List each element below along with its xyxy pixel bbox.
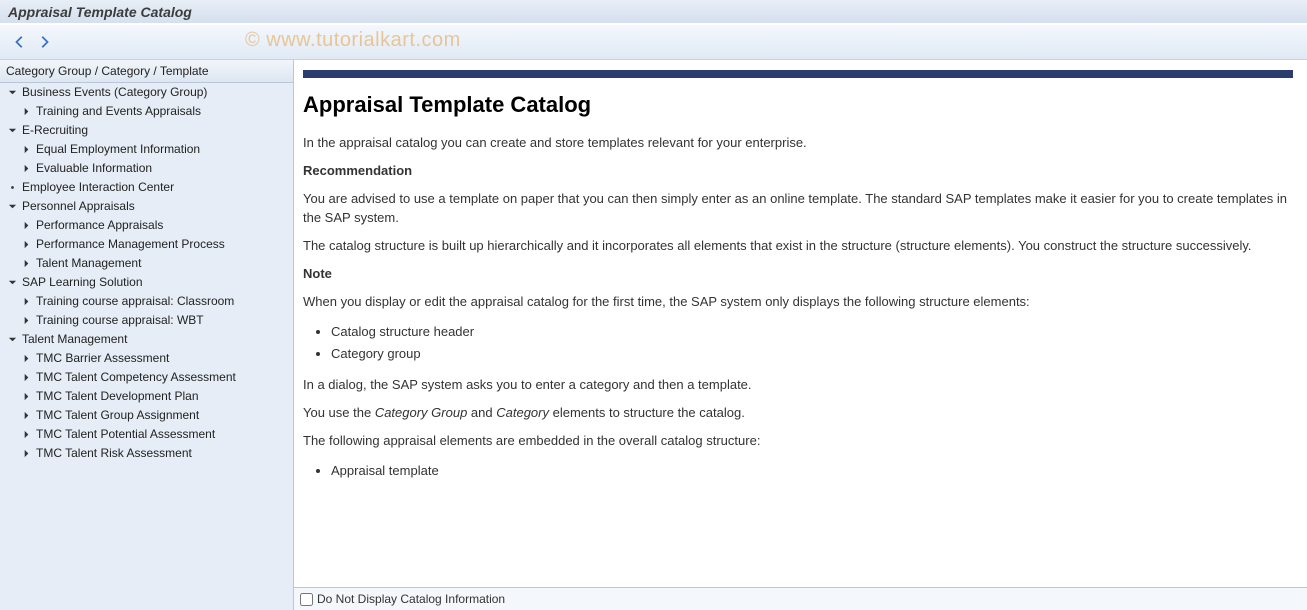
tree-node-label: Training course appraisal: WBT — [36, 313, 204, 328]
tree-node[interactable]: Equal Employment Information — [0, 140, 293, 159]
chevron-right-icon[interactable] — [20, 448, 32, 460]
tree-node-label: TMC Barrier Assessment — [36, 351, 169, 366]
tree-node[interactable]: Evaluable Information — [0, 159, 293, 178]
content-paragraph: When you display or edit the appraisal c… — [303, 293, 1293, 311]
content-paragraph: In a dialog, the SAP system asks you to … — [303, 376, 1293, 394]
tree-node[interactable]: E-Recruiting — [0, 121, 293, 140]
arrow-right-icon — [37, 35, 51, 49]
content-paragraph: You use the Category Group and Category … — [303, 404, 1293, 422]
tree-node-label: Personnel Appraisals — [22, 199, 135, 214]
chevron-right-icon[interactable] — [20, 296, 32, 308]
tree-node[interactable]: TMC Talent Group Assignment — [0, 406, 293, 425]
content-list: Appraisal template — [331, 460, 1293, 482]
content-paragraph: The following appraisal elements are emb… — [303, 432, 1293, 450]
content-scroll[interactable]: Appraisal Template Catalog In the apprai… — [294, 60, 1307, 587]
content-paragraph: The catalog structure is built up hierar… — [303, 237, 1293, 255]
chevron-right-icon[interactable] — [20, 391, 32, 403]
tree-node-label: TMC Talent Risk Assessment — [36, 446, 192, 461]
list-item: Appraisal template — [331, 460, 1293, 482]
chevron-right-icon[interactable] — [20, 163, 32, 175]
tree-node[interactable]: Personnel Appraisals — [0, 197, 293, 216]
arrow-left-icon — [13, 35, 27, 49]
tree-node[interactable]: Talent Management — [0, 330, 293, 349]
content-area: Appraisal Template Catalog In the apprai… — [294, 60, 1307, 610]
chevron-down-icon[interactable] — [6, 334, 18, 346]
watermark-text: © www.tutorialkart.com — [245, 29, 461, 52]
tree-node-label: Equal Employment Information — [36, 142, 200, 157]
tree-node[interactable]: Performance Management Process — [0, 235, 293, 254]
tree-node[interactable]: TMC Barrier Assessment — [0, 349, 293, 368]
tree-column-header: Category Group / Category / Template — [0, 60, 293, 83]
content-footer: Do Not Display Catalog Information — [294, 587, 1307, 610]
tree-node-label: Performance Appraisals — [36, 218, 163, 233]
chevron-right-icon[interactable] — [20, 106, 32, 118]
chevron-right-icon[interactable] — [20, 315, 32, 327]
checkbox-label: Do Not Display Catalog Information — [317, 592, 505, 606]
tree-node[interactable]: Talent Management — [0, 254, 293, 273]
tree-node[interactable]: Training course appraisal: WBT — [0, 311, 293, 330]
tree-node-label: TMC Talent Competency Assessment — [36, 370, 236, 385]
tree-node[interactable]: Training course appraisal: Classroom — [0, 292, 293, 311]
tree-node-label: Training course appraisal: Classroom — [36, 294, 234, 309]
tree-node-label: TMC Talent Group Assignment — [36, 408, 199, 423]
content-list: Catalog structure header Category group — [331, 321, 1293, 365]
sidebar-tree[interactable]: Category Group / Category / Template Bus… — [0, 60, 294, 610]
tree-node[interactable]: TMC Talent Competency Assessment — [0, 368, 293, 387]
tree-node-label: Evaluable Information — [36, 161, 152, 176]
tree-node[interactable]: Business Events (Category Group) — [0, 83, 293, 102]
window-title: Appraisal Template Catalog — [8, 4, 192, 20]
list-item: Category group — [331, 343, 1293, 365]
tree-node[interactable]: TMC Talent Development Plan — [0, 387, 293, 406]
tree-node-label: TMC Talent Potential Assessment — [36, 427, 215, 442]
title-bar: Appraisal Template Catalog — [0, 0, 1307, 24]
tree-node-label: Business Events (Category Group) — [22, 85, 207, 100]
content-paragraph: You are advised to use a template on pap… — [303, 190, 1293, 226]
tree-node-label: Talent Management — [36, 256, 141, 271]
content-subheading-recommendation: Recommendation — [303, 162, 1293, 180]
chevron-right-icon[interactable] — [20, 144, 32, 156]
chevron-down-icon[interactable] — [6, 201, 18, 213]
content-heading: Appraisal Template Catalog — [303, 92, 1293, 118]
tree-node-label: TMC Talent Development Plan — [36, 389, 199, 404]
main-split: Category Group / Category / Template Bus… — [0, 60, 1307, 610]
do-not-display-checkbox[interactable] — [300, 593, 313, 606]
tree-node-label: SAP Learning Solution — [22, 275, 143, 290]
chevron-right-icon[interactable] — [20, 220, 32, 232]
chevron-right-icon[interactable] — [20, 239, 32, 251]
tree-node[interactable]: SAP Learning Solution — [0, 273, 293, 292]
chevron-down-icon[interactable] — [6, 87, 18, 99]
chevron-right-icon[interactable] — [20, 353, 32, 365]
tree-node[interactable]: Training and Events Appraisals — [0, 102, 293, 121]
content-paragraph: In the appraisal catalog you can create … — [303, 134, 1293, 152]
chevron-right-icon[interactable] — [20, 372, 32, 384]
toolbar: © www.tutorialkart.com — [0, 24, 1307, 60]
tree-node-label: Talent Management — [22, 332, 127, 347]
list-item: Catalog structure header — [331, 321, 1293, 343]
tree-node-label: Employee Interaction Center — [22, 180, 174, 195]
chevron-right-icon[interactable] — [20, 429, 32, 441]
content-subheading-note: Note — [303, 265, 1293, 283]
tree-node-label: Performance Management Process — [36, 237, 225, 252]
tree-node[interactable]: Performance Appraisals — [0, 216, 293, 235]
tree-node-label: Training and Events Appraisals — [36, 104, 201, 119]
chevron-down-icon[interactable] — [6, 125, 18, 137]
chevron-right-icon[interactable] — [20, 410, 32, 422]
nav-forward-button[interactable] — [32, 32, 56, 52]
tree-node[interactable]: Employee Interaction Center — [0, 178, 293, 197]
chevron-right-icon[interactable] — [20, 258, 32, 270]
content-accent-bar — [303, 70, 1293, 78]
tree-node-label: E-Recruiting — [22, 123, 88, 138]
bullet-icon — [6, 182, 18, 194]
tree-node[interactable]: TMC Talent Potential Assessment — [0, 425, 293, 444]
chevron-down-icon[interactable] — [6, 277, 18, 289]
nav-back-button[interactable] — [8, 32, 32, 52]
tree-node[interactable]: TMC Talent Risk Assessment — [0, 444, 293, 463]
